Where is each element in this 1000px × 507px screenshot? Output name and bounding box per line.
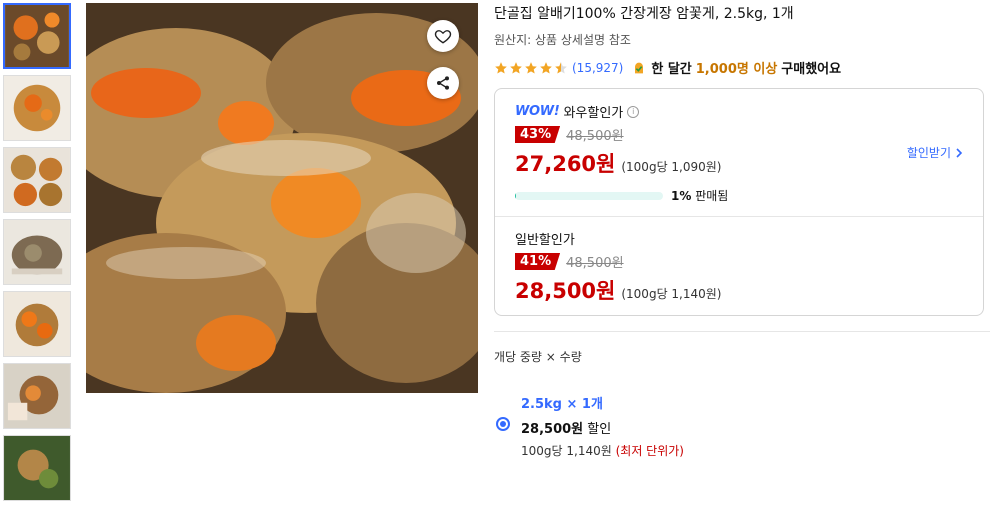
purchase-stat: 한 달간 1,000명 이상 구매했어요 [631, 58, 841, 77]
option-price: 28,500원 [521, 422, 584, 437]
share-icon [437, 76, 449, 90]
wow-price-section: WOW! 와우할인가 i 43% 48,500원 27,260원 (100g당 … [495, 89, 983, 217]
check-badge-icon [635, 62, 644, 73]
sold-progress-bar [515, 191, 663, 200]
option-name: 2.5kg × 1개 [521, 397, 603, 412]
normal-price-label: 일반할인가 [515, 233, 575, 248]
thumbnail-6[interactable] [3, 363, 71, 429]
thumbnail-5[interactable] [3, 291, 71, 357]
main-product-image [86, 3, 478, 393]
thumbnail-2[interactable] [3, 75, 71, 141]
wow-price-label: 와우할인가 [563, 106, 624, 121]
wow-unit-price: (100g당 1,090원) [621, 160, 722, 174]
review-count-link[interactable]: (15,927) [572, 61, 623, 75]
sold-progress-fill [515, 191, 517, 200]
coupon-button[interactable]: 할인받기 [907, 144, 963, 161]
option-unit-price: 100g당 1,140원 [521, 444, 612, 458]
thumbnail-1[interactable] [3, 3, 71, 69]
wow-sale-price: 27,260원 [515, 152, 616, 176]
normal-original-price: 48,500원 [566, 256, 624, 271]
star-half-icon [555, 61, 567, 74]
normal-discount-badge: 41% [515, 253, 561, 270]
heart-icon [434, 30, 452, 44]
option-radio[interactable] [496, 417, 510, 431]
star-icon [495, 61, 507, 74]
star-icon [525, 61, 537, 74]
option-item[interactable]: 2.5kg × 1개 28,500원 할인 100g당 1,140원 (최저 단… [494, 393, 990, 459]
wow-discount-badge: 43% [515, 126, 561, 143]
rating-row: (15,927) 한 달간 1,000명 이상 구매했어요 [494, 58, 990, 77]
thumbnail-7[interactable] [3, 435, 71, 501]
normal-sale-price: 28,500원 [515, 279, 616, 303]
chevron-right-icon [956, 147, 963, 158]
thumbnail-3[interactable] [3, 147, 71, 213]
star-icon [510, 61, 522, 74]
product-title: 단골집 알배기100% 간장게장 암꽃게, 2.5kg, 1개 [494, 6, 794, 22]
thumbnail-list [3, 3, 71, 507]
share-button[interactable] [427, 67, 459, 99]
divider [494, 331, 990, 332]
wishlist-button[interactable] [427, 20, 459, 52]
price-box: WOW! 와우할인가 i 43% 48,500원 27,260원 (100g당 … [494, 88, 984, 316]
normal-price-section: 일반할인가 41% 48,500원 28,500원 (100g당 1,140원) [495, 217, 983, 305]
sold-percent: 1% [671, 189, 692, 203]
wow-original-price: 48,500원 [566, 129, 624, 144]
star-icon [540, 61, 552, 74]
info-icon[interactable]: i [627, 105, 640, 118]
wow-logo: WOW! [515, 104, 560, 119]
product-info-panel: 단골집 알배기100% 간장게장 암꽃게, 2.5kg, 1개 원산지: 상품 … [494, 0, 990, 459]
option-title: 개당 중량 × 수량 [494, 350, 582, 364]
star-rating[interactable] [494, 61, 568, 75]
origin-text: 원산지: 상품 상세설명 참조 [494, 33, 631, 47]
thumbnail-4[interactable] [3, 219, 71, 285]
sold-progress: 1% 판매됨 [515, 187, 963, 204]
lowest-unit-note: (최저 단위가) [615, 444, 684, 458]
normal-unit-price: (100g당 1,140원) [621, 287, 722, 301]
